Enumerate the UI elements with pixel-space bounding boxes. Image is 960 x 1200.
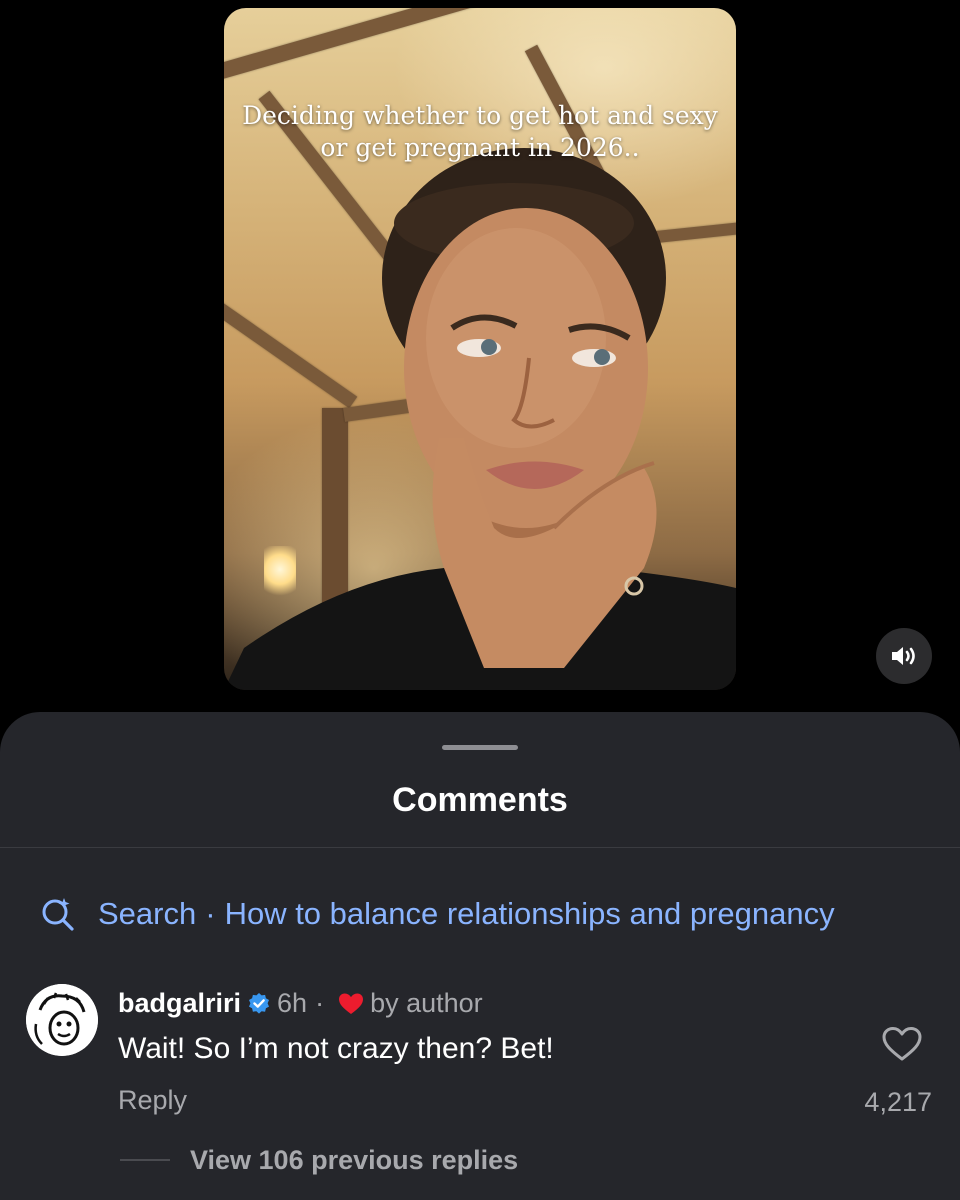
- comment-username[interactable]: badgalriri: [118, 988, 241, 1019]
- reply-button[interactable]: Reply: [118, 1084, 187, 1116]
- liked-by-author-label: by author: [370, 988, 483, 1018]
- video-player[interactable]: Deciding whether to get hot and sexy or …: [224, 8, 736, 690]
- search-suggestion-link[interactable]: Search · How to balance relationships an…: [40, 894, 835, 934]
- search-label: Search: [98, 896, 197, 931]
- view-replies-label: View 106 previous replies: [190, 1144, 519, 1175]
- search-separator: ·: [205, 896, 216, 931]
- comment-item: badgalriri 6h · by author Wait! So I’m n…: [26, 984, 936, 1117]
- heart-outline-icon: [882, 1027, 922, 1061]
- header-divider: [0, 847, 960, 848]
- like-count: 4,217: [864, 1087, 932, 1117]
- thread-line: [120, 1159, 170, 1161]
- sheet-drag-handle[interactable]: [442, 745, 518, 750]
- comment-text: Wait! So I’m not crazy then? Bet!: [118, 1032, 554, 1065]
- verified-badge-icon: [247, 992, 271, 1016]
- search-suggestion-text: How to balance relationships and pregnan…: [224, 896, 835, 931]
- speaker-on-icon: [892, 647, 915, 665]
- comments-sheet: Comments Search · How to balance relatio…: [0, 712, 960, 1200]
- like-button[interactable]: [882, 1026, 922, 1062]
- avatar[interactable]: [26, 984, 98, 1056]
- heart-filled-icon: [338, 992, 364, 1016]
- mute-toggle-button[interactable]: [876, 628, 932, 684]
- sheet-title: Comments: [392, 781, 568, 819]
- video-caption: Deciding whether to get hot and sexy or …: [242, 101, 718, 162]
- comment-time: 6h: [277, 988, 308, 1018]
- sparkle-search-icon: [40, 896, 76, 932]
- view-previous-replies-button[interactable]: View 106 previous replies: [120, 1142, 518, 1178]
- comment-meta: badgalriri 6h · by author: [118, 988, 483, 1019]
- meta-separator: ·: [315, 988, 325, 1018]
